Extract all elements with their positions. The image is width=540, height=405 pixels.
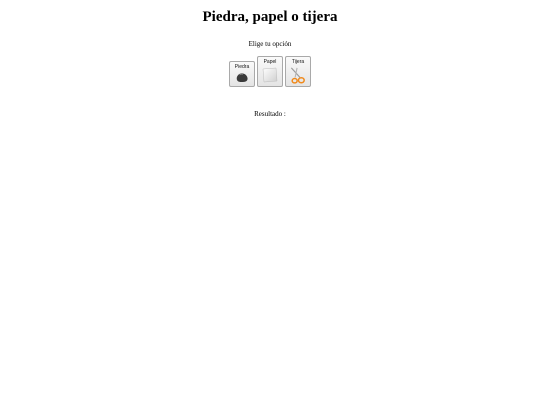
scissors-icon xyxy=(290,67,305,84)
rock-button-label: Piedra xyxy=(234,64,250,70)
rock-icon xyxy=(236,73,248,83)
paper-button-label: Papel xyxy=(263,59,277,65)
choose-prompt: Elige tu opción xyxy=(248,40,292,48)
scissors-button[interactable]: Tijera xyxy=(285,56,311,87)
scissors-button-label: Tijera xyxy=(291,59,305,65)
paper-icon xyxy=(262,67,278,83)
result-label: Resultado : xyxy=(254,110,286,118)
result-line: Resultado : xyxy=(0,110,540,119)
rock-button[interactable]: Piedra xyxy=(229,61,255,87)
choice-buttons: Piedra Papel Tijera xyxy=(0,56,540,87)
page-title: Piedra, papel o tijera xyxy=(202,9,338,25)
paper-button[interactable]: Papel xyxy=(257,56,283,87)
